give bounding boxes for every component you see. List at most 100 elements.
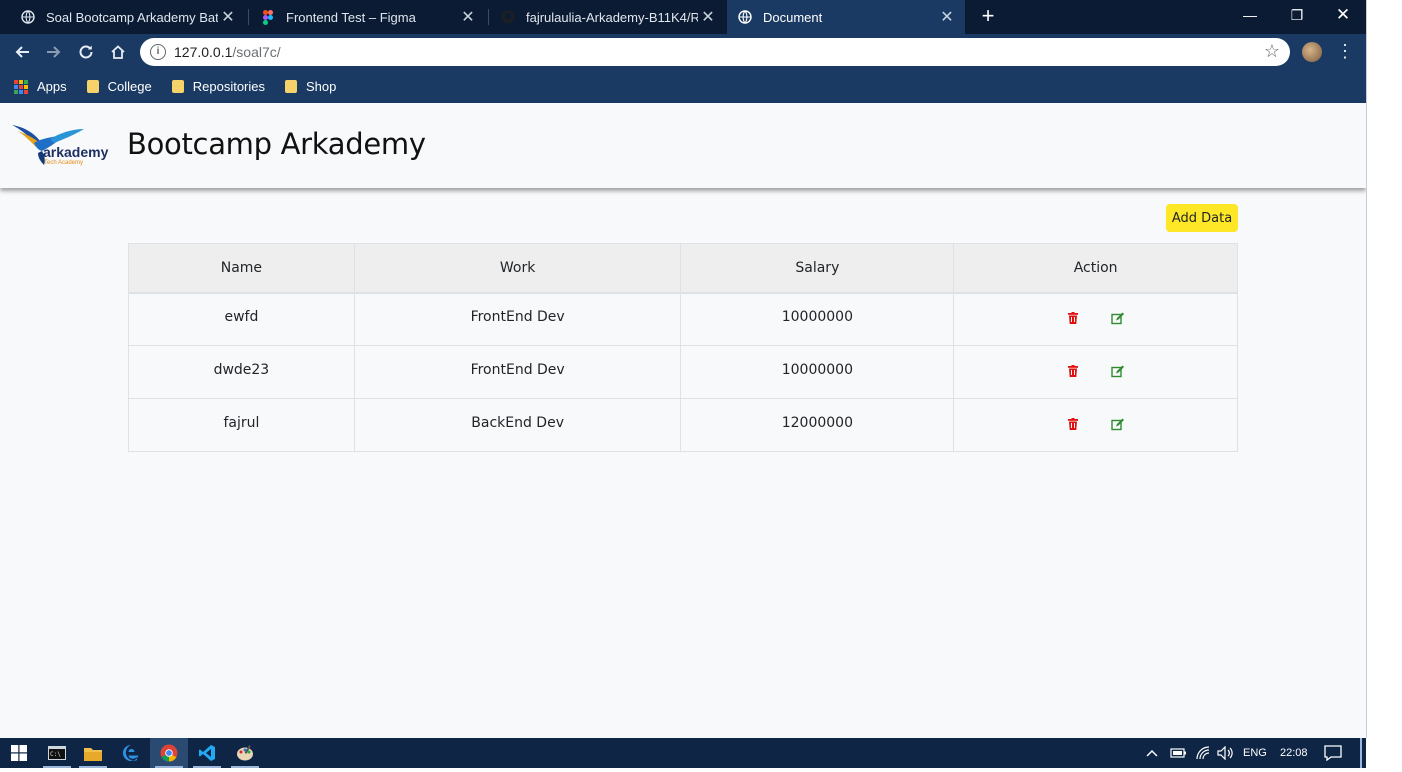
paint-palette-icon [237,745,253,761]
running-indicator [231,766,259,768]
table-row: fajrul BackEnd Dev 12000000 [128,398,1238,452]
tab-document[interactable]: Document ✕ [727,0,965,34]
folder-icon [171,80,184,93]
close-tab-icon[interactable]: ✕ [458,7,478,27]
bookmark-apps[interactable]: Apps [14,79,67,94]
taskbar-file-explorer[interactable] [74,738,112,768]
close-tab-icon[interactable]: ✕ [937,7,957,27]
url-path: /soal7c/ [232,44,281,60]
taskbar-edge[interactable] [112,738,150,768]
url-text[interactable]: 127.0.0.1/soal7c/ [174,44,281,60]
svg-text:C:\: C:\ [50,751,61,758]
cell-salary: 12000000 [680,398,955,452]
running-indicator [193,766,221,768]
folder-explorer-icon [84,747,102,761]
back-button[interactable] [10,40,34,64]
battery-icon[interactable] [1170,738,1187,768]
clock[interactable]: 22:08 [1280,738,1308,768]
show-desktop-button[interactable] [1360,738,1362,768]
taskbar-cmd[interactable]: C:\ [38,738,76,768]
logo-subtitle: Tech Academy [44,160,84,166]
home-button[interactable] [106,40,130,64]
show-hidden-icons-icon[interactable] [1146,738,1158,768]
logo-wordmark: arkademy [43,144,109,160]
tab-soal-bootcamp[interactable]: Soal Bootcamp Arkademy Batch ✕ [10,0,246,34]
bookmark-college[interactable]: College [86,79,152,94]
browser-toolbar: i 127.0.0.1/soal7c/ ☆ ⋮ [0,34,1366,70]
column-header-work: Work [353,243,682,294]
bookmark-label: College [107,79,152,94]
tab-separator [488,9,489,25]
delete-icon[interactable] [1066,312,1080,326]
cell-name: fajrul [128,398,355,452]
taskbar-paint[interactable] [226,738,264,768]
folder-icon [86,80,99,93]
cell-name: ewfd [128,292,355,346]
taskbar-vscode[interactable] [188,738,226,768]
tab-figma[interactable]: Frontend Test – Figma ✕ [250,0,486,34]
arkademy-logo[interactable]: arkademy Tech Academy [10,123,110,168]
edge-browser-icon [122,744,139,761]
windows-logo-icon [11,745,27,761]
tab-label: fajrulaulia-Arkademy-B11K4/REA [526,9,698,25]
cell-work: FrontEnd Dev [353,292,682,346]
cell-name: dwde23 [128,345,355,399]
taskbar: C:\ ENG 22:08 [0,738,1366,768]
edit-icon[interactable] [1111,418,1125,432]
close-tab-icon[interactable]: ✕ [218,7,238,27]
edit-icon[interactable] [1111,365,1125,379]
page-content: arkademy Tech Academy Bootcamp Arkademy … [0,103,1366,738]
apps-grid-icon [14,79,28,94]
delete-icon[interactable] [1066,365,1080,379]
close-tab-icon[interactable]: ✕ [698,7,718,27]
close-window-button[interactable]: ✕ [1320,0,1366,32]
volume-icon[interactable] [1217,738,1234,768]
figma-icon [260,9,276,25]
screen: Soal Bootcamp Arkademy Batch ✕ Frontend … [0,0,1402,772]
new-tab-button[interactable]: + [976,4,1000,28]
tab-label: Document [763,9,823,25]
running-indicator [155,766,183,768]
column-header-action: Action [953,243,1238,294]
info-icon[interactable]: i [150,44,166,60]
bookmark-label: Repositories [192,79,265,94]
delete-icon[interactable] [1066,418,1080,432]
browser-window: Soal Bootcamp Arkademy Batch ✕ Frontend … [0,0,1366,738]
add-data-button[interactable]: Add Data [1166,204,1238,232]
tab-strip: Soal Bootcamp Arkademy Batch ✕ Frontend … [0,0,1366,34]
edit-icon[interactable] [1111,312,1125,326]
table-row: ewfd FrontEnd Dev 10000000 [128,292,1238,346]
running-indicator [43,766,71,768]
cell-work: FrontEnd Dev [353,345,682,399]
bookmark-star-icon[interactable]: ☆ [1264,41,1280,62]
bookmark-label: Apps [37,79,67,94]
folder-icon [285,80,297,93]
taskbar-chrome[interactable] [150,738,188,768]
bookmark-shop[interactable]: Shop [285,79,336,94]
cell-salary: 10000000 [680,345,955,399]
column-header-name: Name [128,243,355,294]
tab-label: Frontend Test – Figma [286,9,416,25]
cell-work: BackEnd Dev [353,398,682,452]
start-button[interactable] [0,738,38,768]
cell-action [953,345,1238,399]
notifications-icon[interactable] [1324,738,1342,768]
address-bar[interactable]: i 127.0.0.1/soal7c/ ☆ [140,38,1290,66]
forward-button[interactable] [42,40,66,64]
wifi-icon[interactable] [1195,738,1211,768]
tab-github[interactable]: fajrulaulia-Arkademy-B11K4/REA ✕ [490,0,726,34]
menu-icon[interactable]: ⋮ [1336,40,1354,64]
restore-button[interactable]: ❐ [1274,0,1320,32]
language-indicator[interactable]: ENG [1243,738,1267,768]
bookmark-repositories[interactable]: Repositories [171,79,265,94]
window-edge [1366,0,1367,738]
minimize-button[interactable]: — [1227,0,1273,32]
profile-avatar[interactable] [1302,42,1322,62]
github-icon [500,9,516,25]
column-header-salary: Salary [680,243,955,294]
reload-button[interactable] [74,40,98,64]
cell-action [953,398,1238,452]
navbar-brand[interactable]: Bootcamp Arkademy [127,127,426,161]
vscode-icon [199,745,215,761]
bookmark-label: Shop [306,79,337,94]
